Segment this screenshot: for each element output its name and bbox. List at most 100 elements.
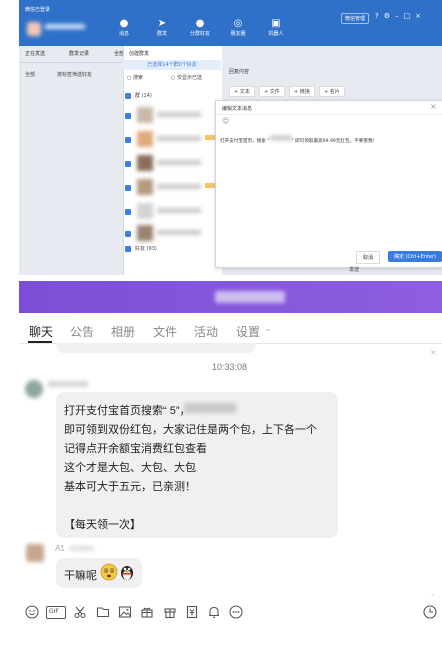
present-icon[interactable] xyxy=(163,605,177,619)
image-icon[interactable] xyxy=(118,605,132,619)
message-line: 记得点开余额宝消费红包查看 xyxy=(64,443,207,455)
redacted-text xyxy=(184,403,236,413)
gift-box-icon[interactable] xyxy=(140,605,154,619)
list-item[interactable] xyxy=(123,200,221,224)
nav-friends[interactable]: ● 分群好友 xyxy=(181,18,219,44)
scissors-icon[interactable] xyxy=(73,605,87,619)
chat-header xyxy=(19,281,442,313)
search-field[interactable]: ○ 搜索 xyxy=(127,74,143,81)
gif-icon[interactable]: GIF xyxy=(46,606,66,619)
tab-announcement[interactable]: 公告 xyxy=(70,323,94,340)
robot-icon: ▣ xyxy=(271,18,281,29)
svg-text:@: @ xyxy=(110,568,115,574)
close-icon[interactable]: × xyxy=(430,348,437,357)
close-icon[interactable]: × xyxy=(430,102,437,111)
avatar xyxy=(137,203,153,219)
timestamp: 10:33:08 xyxy=(212,362,248,372)
list-item[interactable] xyxy=(123,128,221,152)
tab-sending[interactable]: 正在发送 xyxy=(25,50,45,66)
message-line: 这个才是大包、大包、大包 xyxy=(64,462,196,474)
redacted-text xyxy=(269,135,292,140)
filter-by-tag[interactable]: 按标签筛选好友 xyxy=(57,71,92,78)
person-icon: ● xyxy=(119,18,129,29)
folder-icon[interactable] xyxy=(96,605,110,619)
send-icon: ➤ xyxy=(157,18,167,29)
account-name xyxy=(45,24,85,29)
group-checkbox[interactable] xyxy=(125,93,131,99)
tab-settings[interactable]: 设置 xyxy=(236,323,260,340)
message-line: 打开支付宝首页搜索“ 5”， xyxy=(64,405,191,417)
nav-robot[interactable]: ▣ 机器人 xyxy=(257,18,295,44)
list-item[interactable] xyxy=(123,176,221,200)
checkbox-icon[interactable] xyxy=(125,137,131,143)
edit-text-dialog: 编辑文本消息 × ☺ 打开支付宝首页，搜索 " " 即可领取最高99.99元红包，… xyxy=(215,100,442,268)
avatar xyxy=(137,107,153,123)
dialog-title: 编辑文本消息 xyxy=(222,106,253,112)
manage-button[interactable]: 微信管理 xyxy=(341,13,370,24)
nav-broadcast[interactable]: ➤ 群发 xyxy=(143,18,181,44)
scroll-down-icon[interactable]: ⌄ xyxy=(430,590,436,598)
group-name xyxy=(215,291,285,303)
contact-name xyxy=(157,136,201,141)
list-item[interactable] xyxy=(123,222,221,246)
previous-message-bubble xyxy=(56,343,256,353)
divider xyxy=(19,62,123,63)
avatar xyxy=(26,544,44,562)
tab-album[interactable]: 相册 xyxy=(111,323,135,340)
aperture-icon: ◎ xyxy=(233,18,243,29)
chevron-down-icon[interactable]: ⌄ xyxy=(264,324,272,334)
list-item[interactable] xyxy=(123,152,221,176)
friend-checkbox[interactable] xyxy=(125,246,131,252)
contacts-icon: ● xyxy=(195,18,205,29)
message-line: 基本可大于五元，已亲测！ xyxy=(64,481,196,493)
tab-chat[interactable]: 聊天 xyxy=(29,323,53,340)
checkbox-icon[interactable] xyxy=(125,185,131,191)
app-header: 微信已登录 ● 消息 ➤ 群发 ● 分群好友 ◎ 朋友圈 ▣ 机器人 微信管理 ?⚙–□× xyxy=(19,0,442,46)
nav-messages[interactable]: ● 消息 xyxy=(105,18,143,44)
tab-activities[interactable]: 活动 xyxy=(194,323,218,340)
checkbox-icon[interactable] xyxy=(125,113,131,119)
history-clock-icon[interactable] xyxy=(423,605,437,619)
avatar xyxy=(25,380,43,398)
contact-name xyxy=(157,208,201,213)
penguin-icon xyxy=(121,566,133,580)
send-label: 发送 xyxy=(349,267,360,273)
voucher-icon[interactable] xyxy=(185,605,199,619)
nav-moments[interactable]: ◎ 朋友圈 xyxy=(219,18,257,44)
add-link-button[interactable]: + 链接 xyxy=(289,86,315,97)
divider xyxy=(216,114,442,115)
smile-icon[interactable] xyxy=(25,605,39,619)
avatar xyxy=(137,225,153,241)
contact-name xyxy=(157,230,201,235)
group-header[interactable]: 群 (14) xyxy=(135,92,152,99)
message-line: 即可领到双份红包，大家记住是两个包，上下各一个 xyxy=(64,424,317,436)
checkbox-icon[interactable] xyxy=(125,209,131,215)
sender-name-blur xyxy=(70,546,94,551)
tag-badge xyxy=(205,135,215,140)
avatar xyxy=(137,179,153,195)
list-item[interactable] xyxy=(123,104,221,128)
checkbox-icon[interactable] xyxy=(125,161,131,167)
tab-history[interactable]: 群发记录 xyxy=(69,50,89,66)
more-icon[interactable] xyxy=(229,605,243,619)
avatar xyxy=(137,155,153,171)
emoji-icon[interactable]: ☺ xyxy=(222,117,229,125)
add-text-button[interactable]: + 文本 xyxy=(229,86,255,97)
panel-title: 创建群发 xyxy=(129,51,150,57)
friend-header[interactable]: 好友 (93) xyxy=(135,245,157,252)
bell-icon[interactable] xyxy=(207,605,221,619)
message-textarea[interactable]: 打开支付宝首页，搜索 " " 即可领取最高99.99元红包，不要害我！ xyxy=(220,127,438,237)
message-text: 干嘛呢 xyxy=(64,570,97,582)
tab-files[interactable]: 文件 xyxy=(153,323,177,340)
add-file-button[interactable]: + 文件 xyxy=(259,86,285,97)
add-card-button[interactable]: + 名片 xyxy=(319,86,345,97)
cancel-button[interactable]: 取消 xyxy=(356,251,381,264)
dizzy-face-icon: @ @ xyxy=(100,563,118,581)
window-controls[interactable]: ?⚙–□× xyxy=(375,12,426,20)
only-selected-toggle[interactable]: ○ 仅显示已选 xyxy=(171,74,202,81)
avatar xyxy=(137,131,153,147)
checkbox-icon[interactable] xyxy=(125,231,131,237)
filter-all[interactable]: 全部 xyxy=(25,71,35,78)
confirm-button[interactable]: 确定 (Ctrl+Enter) xyxy=(388,251,442,262)
contact-name xyxy=(157,184,201,189)
